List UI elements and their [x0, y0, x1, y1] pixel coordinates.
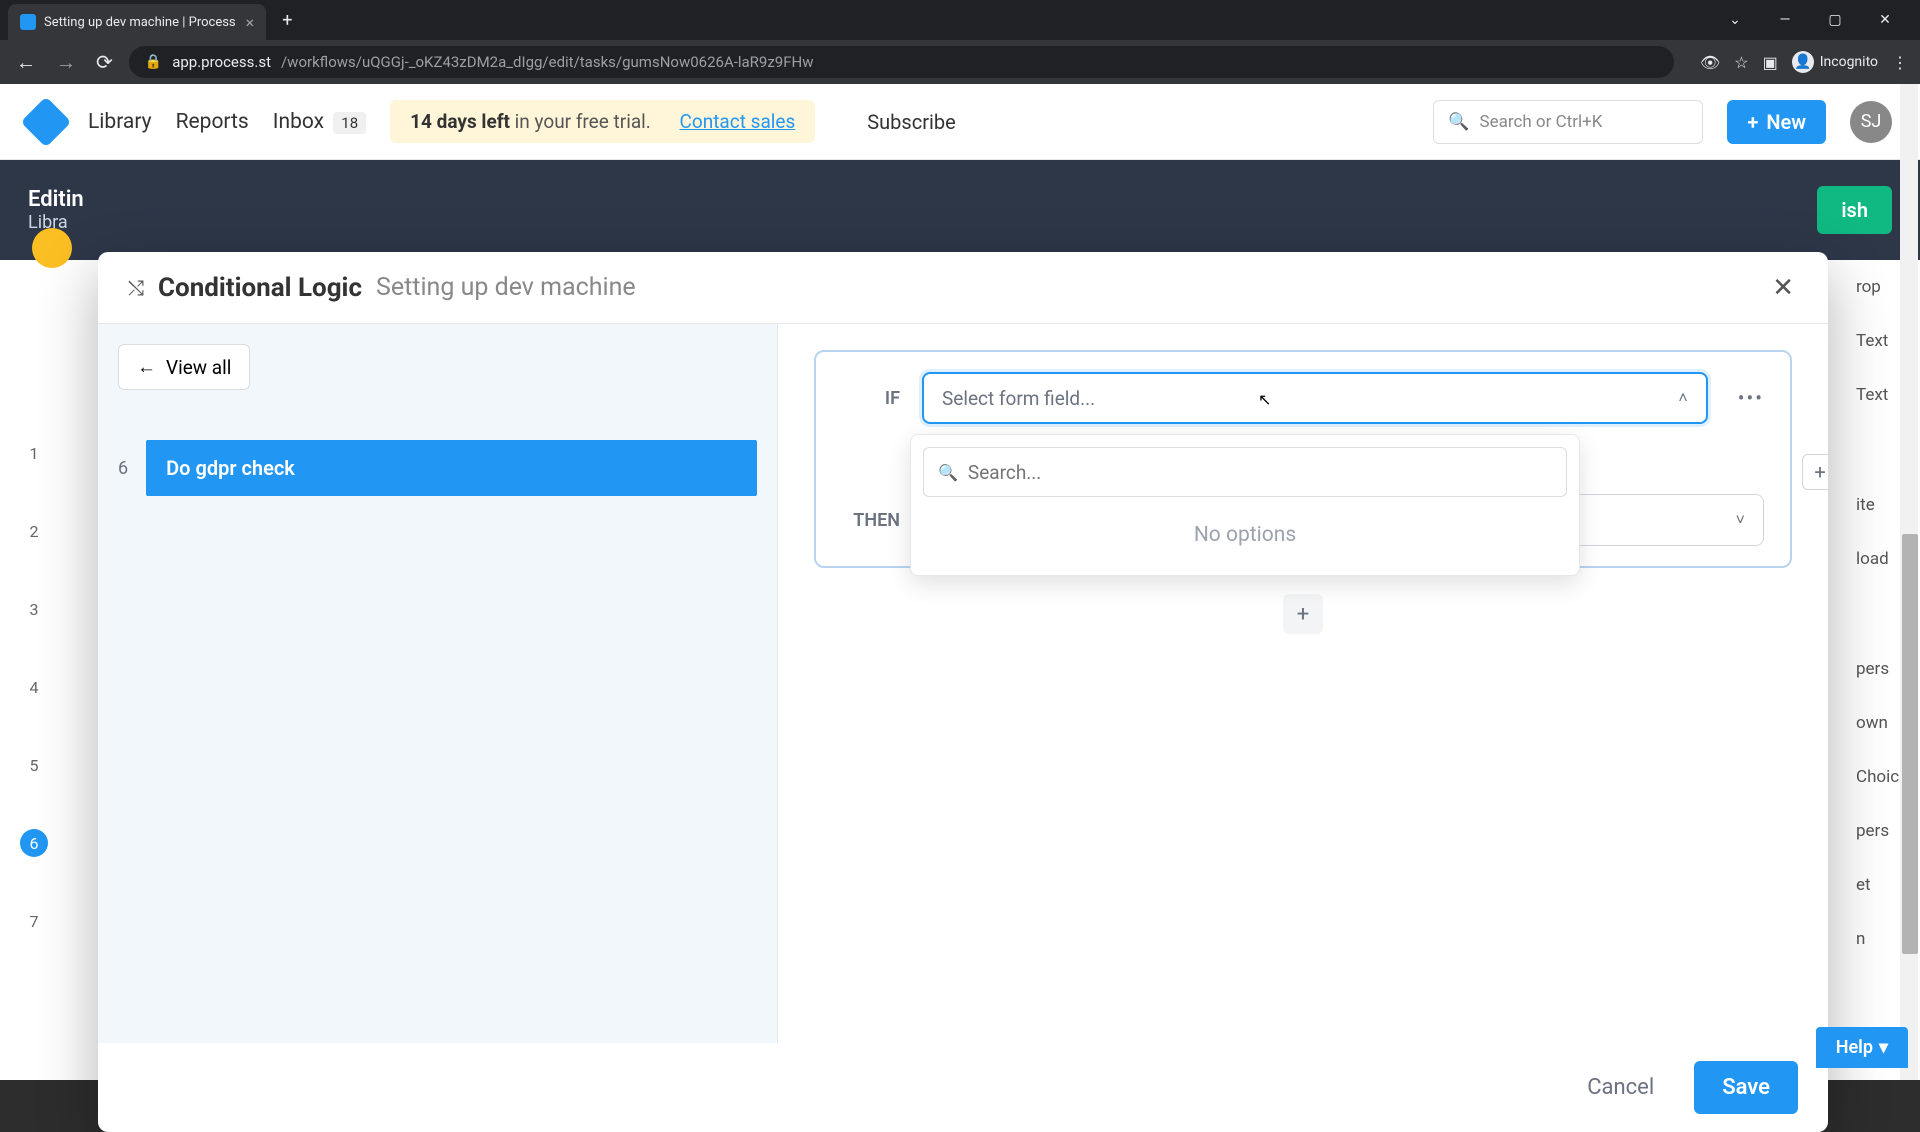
incognito-icon: 👤 — [1792, 51, 1814, 73]
chevron-up-icon: ˄ — [1678, 388, 1687, 408]
shuffle-icon: ⤭ — [128, 276, 144, 300]
rules-list-panel: ← View all 6 Do gdpr check — [98, 324, 778, 1043]
if-label: IF — [842, 388, 900, 409]
publish-button[interactable]: ish — [1817, 186, 1892, 234]
lock-icon[interactable]: 🔒 — [145, 54, 162, 70]
task-num-3[interactable]: 3 — [20, 595, 48, 623]
chevron-down-icon: ˅ — [1736, 510, 1745, 530]
help-button[interactable]: Help ▾ — [1816, 1027, 1908, 1068]
contact-sales-link[interactable]: Contact sales — [680, 110, 796, 133]
modal-close-button[interactable]: ✕ — [1768, 269, 1798, 307]
task-number: 6 — [118, 458, 128, 479]
dropdown-search-input[interactable] — [968, 458, 1552, 486]
forward-button: → — [52, 46, 80, 79]
back-button[interactable]: ← — [12, 46, 40, 79]
chevron-down-icon: ▾ — [1879, 1037, 1888, 1058]
trial-banner: 14 days left in your free trial. Contact… — [390, 100, 815, 143]
extensions-icon[interactable]: ▣ — [1763, 53, 1778, 72]
rule-builder-panel: IF Select form field... ˄ ••• 🔍 N — [778, 324, 1828, 1043]
if-field-select[interactable]: Select form field... ˄ — [922, 372, 1708, 424]
search-icon: 🔍 — [938, 463, 958, 482]
field-dropdown: 🔍 No options — [910, 434, 1580, 576]
incognito-label: Incognito — [1820, 54, 1878, 70]
modal-subtitle: Setting up dev machine — [376, 273, 636, 302]
rule-card: IF Select form field... ˄ ••• 🔍 N — [814, 350, 1792, 568]
plus-icon: + — [1747, 110, 1758, 134]
tab-title: Setting up dev machine | Process — [44, 15, 236, 30]
app-logo[interactable] — [21, 96, 72, 147]
maximize-button[interactable]: ▢ — [1820, 12, 1850, 28]
url-bar[interactable]: 🔒 app.process.st/workflows/uQGGj-_oKZ43z… — [129, 46, 1674, 78]
close-window-button[interactable]: ✕ — [1870, 12, 1900, 28]
task-num-4[interactable]: 4 — [20, 673, 48, 701]
nav-library[interactable]: Library — [88, 110, 152, 134]
user-avatar[interactable]: SJ — [1850, 101, 1892, 143]
subscribe-link[interactable]: Subscribe — [867, 110, 955, 134]
new-button[interactable]: + New — [1727, 100, 1826, 144]
reload-button[interactable]: ⟳ — [92, 46, 117, 78]
task-item-selected[interactable]: Do gdpr check — [146, 440, 757, 496]
tab-close-icon[interactable]: × — [246, 13, 255, 32]
url-path: /workflows/uQGGj-_oKZ43zDM2a_dIgg/edit/t… — [281, 53, 814, 71]
no-options-message: No options — [923, 497, 1567, 563]
new-tab-button[interactable]: + — [282, 10, 292, 31]
nav-reports[interactable]: Reports — [176, 110, 249, 134]
trial-days: 14 days left — [410, 110, 510, 133]
modal-title: Conditional Logic — [158, 273, 362, 303]
task-row: 6 Do gdpr check — [118, 440, 757, 496]
global-search[interactable]: 🔍 Search or Ctrl+K — [1433, 100, 1703, 144]
task-num-2[interactable]: 2 — [20, 517, 48, 545]
url-domain: app.process.st — [172, 53, 271, 71]
then-label: THEN — [842, 510, 900, 531]
conditional-logic-modal: ⤭ Conditional Logic Setting up dev machi… — [98, 252, 1828, 1132]
minimize-button[interactable]: — — [1770, 12, 1800, 28]
nav-inbox[interactable]: Inbox 18 — [273, 110, 366, 134]
editing-label: Editin — [28, 187, 84, 212]
search-icon: 🔍 — [1448, 112, 1469, 132]
task-num-6[interactable]: 6 — [20, 829, 48, 857]
search-placeholder: Search or Ctrl+K — [1479, 112, 1602, 132]
bookmark-icon[interactable]: ☆ — [1734, 53, 1748, 72]
tab-favicon — [20, 14, 36, 30]
add-rule-button[interactable]: + — [1283, 594, 1323, 634]
modal-header: ⤭ Conditional Logic Setting up dev machi… — [98, 252, 1828, 324]
task-num-5[interactable]: 5 — [20, 751, 48, 779]
back-arrow-icon: ← — [137, 355, 156, 379]
eye-blocked-icon[interactable]: 👁 — [1700, 53, 1720, 72]
browser-menu-icon[interactable]: ⋮ — [1892, 53, 1908, 72]
browser-tab-bar: Setting up dev machine | Process × + ⌄ —… — [0, 0, 1920, 40]
view-all-button[interactable]: ← View all — [118, 344, 250, 390]
select-placeholder: Select form field... — [942, 387, 1095, 410]
save-button[interactable]: Save — [1694, 1061, 1798, 1114]
inbox-count-badge: 18 — [333, 112, 366, 134]
browser-toolbar: ← → ⟳ 🔒 app.process.st/workflows/uQGGj-_… — [0, 40, 1920, 84]
editing-bar: Editin Libra ish — [0, 160, 1920, 260]
incognito-badge: 👤 Incognito — [1792, 51, 1878, 73]
task-num-1[interactable]: 1 — [20, 439, 48, 467]
emoji-icon — [32, 228, 72, 268]
task-num-7[interactable]: 7 — [20, 907, 48, 935]
tabs-dropdown-icon[interactable]: ⌄ — [1720, 12, 1750, 28]
browser-tab[interactable]: Setting up dev machine | Process × — [8, 4, 266, 40]
scrollbar-thumb[interactable] — [1902, 534, 1918, 954]
window-controls: ⌄ — ▢ ✕ — [1720, 12, 1920, 28]
trial-text: in your free trial. — [510, 110, 651, 133]
app-header: Library Reports Inbox 18 14 days left in… — [0, 84, 1920, 160]
rule-options-menu[interactable]: ••• — [1738, 386, 1764, 410]
dropdown-search: 🔍 — [923, 447, 1567, 497]
task-number-list: 1 2 3 4 5 6 7 — [20, 414, 48, 960]
add-condition-button[interactable]: + — [1802, 454, 1828, 490]
modal-footer: Cancel Save — [98, 1043, 1828, 1132]
cancel-button[interactable]: Cancel — [1577, 1065, 1664, 1110]
